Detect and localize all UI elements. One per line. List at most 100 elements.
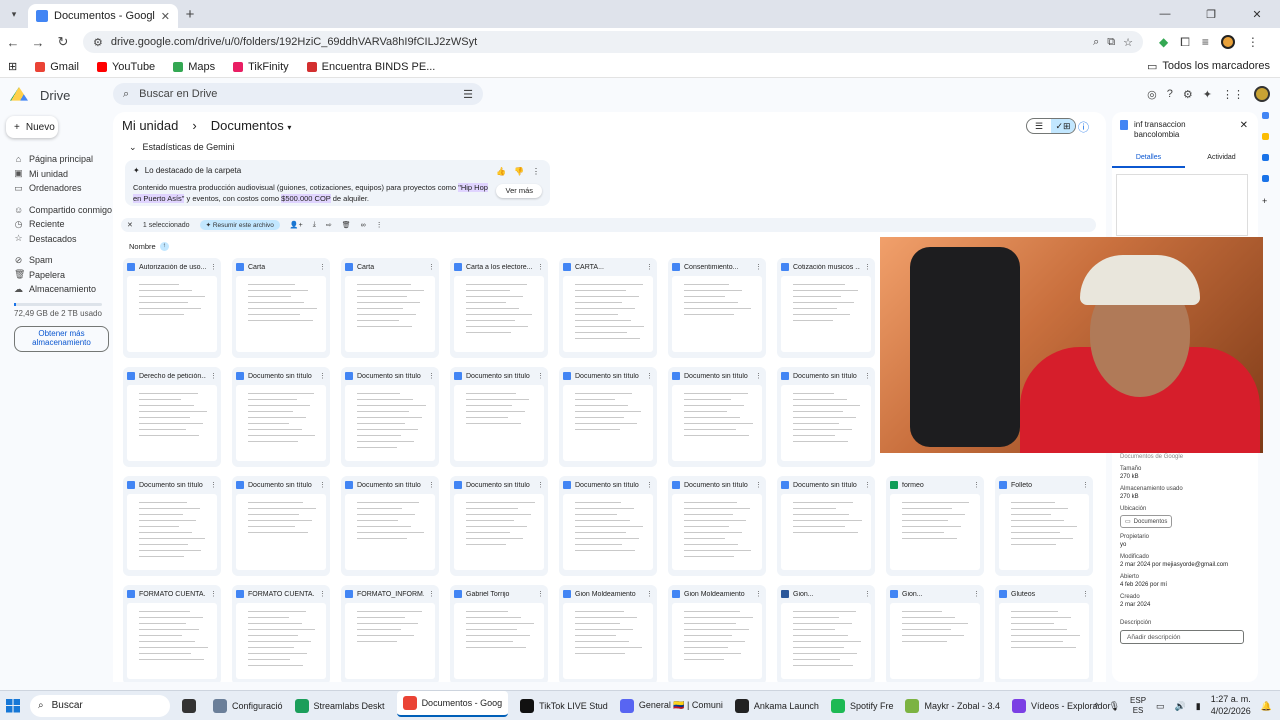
file-more-options-icon[interactable]: ⋮: [864, 372, 871, 380]
file-more-options-icon[interactable]: ⋮: [537, 372, 544, 380]
battery-icon[interactable]: ▮: [1196, 701, 1201, 712]
file-more-options-icon[interactable]: ⋮: [973, 590, 980, 598]
taskbar-search[interactable]: ⌕ Buscar: [30, 694, 170, 717]
calendar-icon[interactable]: [1262, 112, 1269, 119]
tray-chevron-icon[interactable]: ^: [1094, 701, 1098, 711]
list-view-icon[interactable]: ☰: [1027, 119, 1051, 133]
more-actions-icon[interactable]: ⋮: [376, 221, 383, 229]
extensions-puzzle-icon[interactable]: ⧠: [1180, 35, 1190, 50]
link-icon[interactable]: ∞: [361, 222, 366, 229]
address-bar[interactable]: ⚙ drive.google.com/drive/u/0/folders/192…: [83, 31, 1143, 53]
search-filter-icon[interactable]: ☰: [463, 88, 473, 101]
file-more-options-icon[interactable]: ⋮: [646, 263, 653, 271]
file-more-options-icon[interactable]: ⋮: [319, 372, 326, 380]
notifications-icon[interactable]: 🔔: [1261, 701, 1272, 712]
file-card[interactable]: formeo ⋮: [886, 476, 984, 576]
sidebar-item-trash[interactable]: 🗑 Papelera: [0, 268, 113, 283]
tasks-icon[interactable]: [1262, 154, 1269, 161]
sidebar-item-recent[interactable]: ◷ Reciente: [0, 217, 113, 232]
file-card[interactable]: Derecho de petición... ⋮: [123, 367, 221, 467]
file-card[interactable]: Documento sin título ⋮: [450, 476, 548, 576]
get-more-storage-button[interactable]: Obtener más almacenamiento: [14, 325, 109, 352]
file-card[interactable]: Carta a los electore... ⋮: [450, 258, 548, 358]
clear-selection-icon[interactable]: ✕: [127, 221, 133, 229]
file-card[interactable]: Documento sin título ⋮: [232, 367, 330, 467]
network-icon[interactable]: ▭: [1156, 701, 1165, 712]
volume-icon[interactable]: 🔊: [1175, 701, 1186, 712]
bookmark-maps[interactable]: Maps: [173, 61, 215, 73]
drive-app-name[interactable]: Drive: [40, 88, 70, 103]
file-card[interactable]: Carta ⋮: [232, 258, 330, 358]
taskbar-app[interactable]: Ankama Launch: [734, 691, 819, 720]
sort-control[interactable]: Nombre ↑: [129, 242, 169, 251]
file-more-options-icon[interactable]: ⋮: [1082, 481, 1089, 489]
reload-icon[interactable]: ↻: [51, 34, 75, 50]
file-card[interactable]: Gion Moldeamiento ⋮: [668, 585, 766, 682]
file-more-options-icon[interactable]: ⋮: [210, 481, 217, 489]
sidebar-item-spam[interactable]: ⊘ Spam: [0, 253, 113, 268]
file-more-options-icon[interactable]: ⋮: [755, 481, 762, 489]
clock[interactable]: 1:27 a. m. 4/02/2026: [1211, 694, 1251, 717]
back-icon[interactable]: ←: [1, 35, 25, 50]
file-card[interactable]: Documento sin título ⋮: [668, 367, 766, 467]
contacts-icon[interactable]: [1262, 175, 1269, 182]
file-more-options-icon[interactable]: ⋮: [428, 481, 435, 489]
bookmark-star-icon[interactable]: ☆: [1123, 36, 1133, 49]
file-card[interactable]: Documento sin título ⋮: [559, 367, 657, 467]
file-card[interactable]: CARTA... ⋮: [559, 258, 657, 358]
location-chip[interactable]: ▭ Documentos: [1120, 515, 1173, 528]
file-more-options-icon[interactable]: ⋮: [319, 481, 326, 489]
sidebar-item-shared[interactable]: ☺ Compartido conmigo: [0, 203, 113, 218]
thumbs-down-icon[interactable]: 👎: [514, 167, 524, 176]
file-more-options-icon[interactable]: ⋮: [210, 263, 217, 271]
file-card[interactable]: Documento sin título ⋮: [123, 476, 221, 576]
browser-menu-icon[interactable]: ⋮: [1247, 35, 1259, 49]
sidebar-item-my-drive[interactable]: ▣ Mi unidad: [0, 167, 113, 182]
install-icon[interactable]: ⧉: [1107, 36, 1115, 49]
trash-icon[interactable]: 🗑: [342, 221, 351, 229]
profile-avatar[interactable]: [1220, 35, 1235, 49]
sort-arrow-up-icon[interactable]: ↑: [159, 242, 169, 251]
restore-icon[interactable]: ❐: [1188, 0, 1234, 28]
taskbar-app[interactable]: Streamlabs Deskt: [294, 691, 385, 720]
file-more-options-icon[interactable]: ⋮: [646, 590, 653, 598]
file-card[interactable]: Gabriel Torrijo ⋮: [450, 585, 548, 682]
new-button[interactable]: + Nuevo: [6, 116, 58, 138]
close-window-icon[interactable]: ✕: [1234, 0, 1280, 28]
file-card[interactable]: Documento sin título ⋮: [777, 476, 875, 576]
file-card[interactable]: Documento sin título ⋮: [559, 476, 657, 576]
account-avatar[interactable]: [1254, 86, 1270, 102]
windows-start-icon[interactable]: [6, 698, 20, 713]
file-more-options-icon[interactable]: ⋮: [319, 590, 326, 598]
zoom-icon[interactable]: ⌕: [1093, 36, 1099, 49]
see-more-button[interactable]: Ver más: [496, 184, 542, 198]
taskbar-app[interactable]: General 🇨🇴 | Comuni: [619, 691, 723, 720]
file-more-options-icon[interactable]: ⋮: [864, 263, 871, 271]
bookmark-gmail[interactable]: Gmail: [35, 61, 79, 73]
file-card[interactable]: Gion Moldeamiento ⋮: [559, 585, 657, 682]
file-card[interactable]: Documento sin título ⋮: [341, 476, 439, 576]
taskbar-app[interactable]: Spotify Fre: [830, 691, 893, 720]
taskbar-app[interactable]: TikTok LIVE Stud: [520, 691, 608, 720]
file-card[interactable]: Documento sin título ⋮: [232, 476, 330, 576]
sidebar-item-computers[interactable]: ▭ Ordenadores: [0, 181, 113, 196]
tab-details[interactable]: Detalles: [1112, 154, 1185, 168]
search-icon[interactable]: ⌕: [123, 88, 129, 101]
site-info-icon[interactable]: ⚙: [93, 36, 103, 49]
media-icon[interactable]: ≡: [1202, 35, 1209, 49]
file-more-options-icon[interactable]: ⋮: [864, 590, 871, 598]
bookmark-youtube[interactable]: YouTube: [96, 61, 155, 73]
file-card[interactable]: Carta ⋮: [341, 258, 439, 358]
file-more-options-icon[interactable]: ⋮: [428, 372, 435, 380]
file-more-options-icon[interactable]: ⋮: [973, 481, 980, 489]
file-card[interactable]: Autorización de uso... ⋮: [123, 258, 221, 358]
drive-logo-icon[interactable]: [10, 87, 28, 101]
bookmark-tikfinity[interactable]: TikFinity: [233, 61, 289, 73]
file-more-options-icon[interactable]: ⋮: [537, 590, 544, 598]
add-app-icon[interactable]: +: [1262, 196, 1269, 206]
file-card[interactable]: Documento sin título ⋮: [341, 367, 439, 467]
help-icon[interactable]: ?: [1167, 88, 1173, 100]
extension-icon[interactable]: ◆: [1159, 35, 1168, 49]
file-more-options-icon[interactable]: ⋮: [646, 481, 653, 489]
tab-search-icon[interactable]: ▾: [0, 0, 28, 28]
